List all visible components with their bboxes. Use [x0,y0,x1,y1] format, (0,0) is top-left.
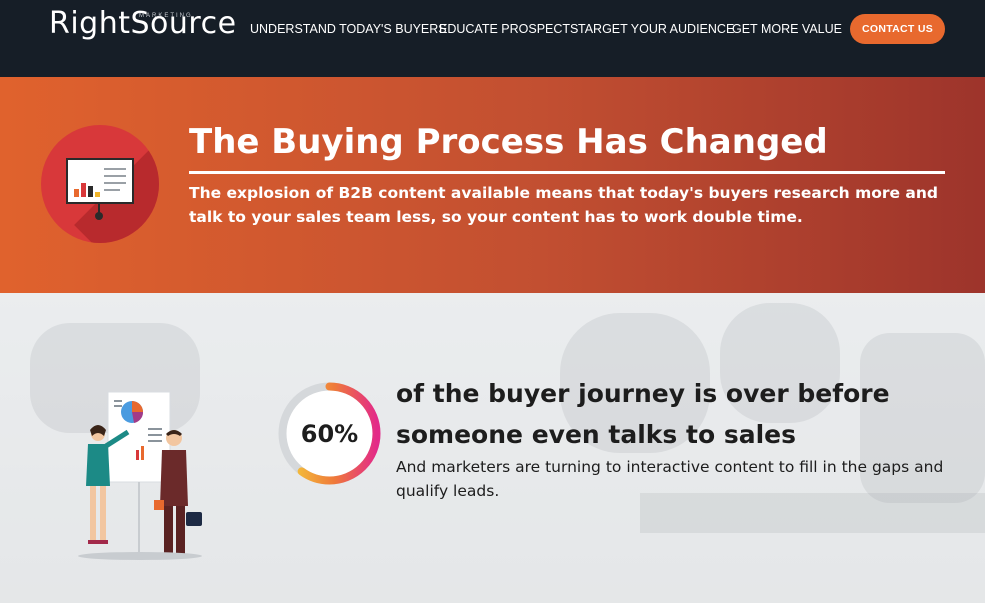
nav-get-more-value[interactable]: GET MORE VALUE [732,22,842,36]
contact-us-button[interactable]: CONTACT US [850,14,945,44]
logo-tagline: MARKETING [139,13,193,19]
site-logo[interactable]: RightSource [49,6,237,41]
business-presentation-illustration [78,391,202,560]
stat-description: And marketers are turning to interactive… [396,458,944,500]
nav-target-audience[interactable]: TARGET YOUR AUDIENCE [578,22,734,36]
nav-educate-prospects[interactable]: EDUCATE PROSPECTS [439,22,578,36]
presentation-board-icon [41,125,159,243]
percent-label: 60% [300,419,359,448]
stat-section: 60% of the buyer journey is over before … [0,293,985,603]
hero-description: The explosion of B2B content available m… [189,184,939,226]
hero-divider [189,171,945,174]
top-navigation: RightSource MARKETING UNDERSTAND TODAY'S… [0,0,985,77]
stat-headline: of the buyer journey is over before some… [396,379,890,449]
hero-title: The Buying Process Has Changed [189,122,828,162]
logo-text: RightSource [49,6,237,41]
nav-understand-buyers[interactable]: UNDERSTAND TODAY'S BUYERS [250,22,447,36]
